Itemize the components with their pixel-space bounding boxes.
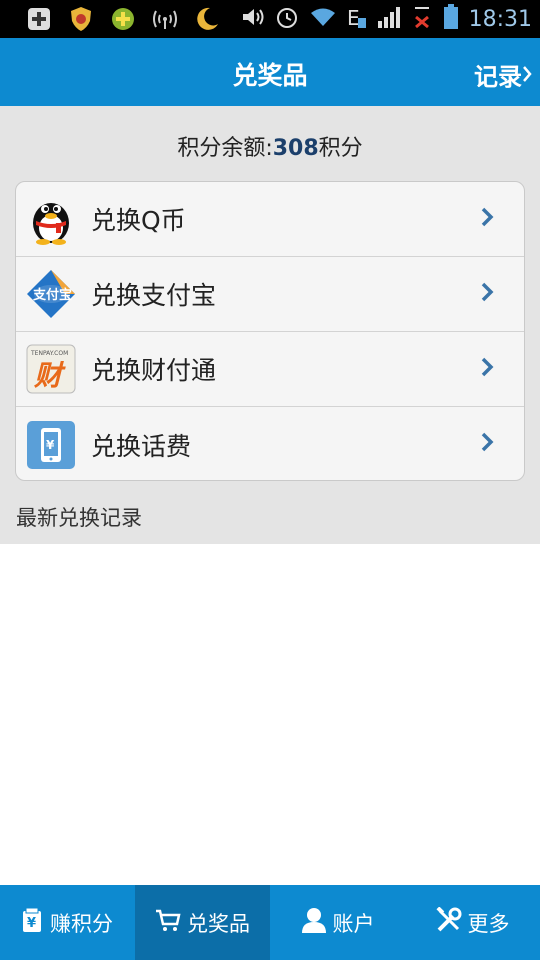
records-button[interactable]: 记录 [474, 57, 532, 92]
signal-broadcast-icon [152, 6, 178, 32]
no-signal-icon [413, 5, 433, 33]
svg-text:¥: ¥ [27, 916, 36, 931]
nav-label: 账户 [332, 911, 375, 936]
tools-icon [435, 906, 462, 938]
main-content: 积分余额:308积分 兑换Q币 支付宝 兑换支付宝 TENPAY.COM 财 兑… [0, 106, 540, 544]
nav-account[interactable]: 账户 [270, 885, 405, 960]
exchange-item-label: 兑换支付宝 [91, 281, 217, 310]
alarm-icon [275, 5, 299, 33]
records-label: 记录 [474, 63, 522, 91]
tenpay-icon: TENPAY.COM 财 [25, 343, 77, 395]
moon-icon [194, 6, 220, 32]
phone-yuan-icon: ¥ [25, 419, 77, 471]
nav-earn-points[interactable]: ¥ 赚积分 [0, 885, 135, 960]
exchange-item-alipay[interactable]: 支付宝 兑换支付宝 [16, 257, 524, 332]
exchange-item-phone-credit[interactable]: ¥ 兑换话费 [16, 407, 524, 480]
status-bar: E 18:31 [0, 0, 540, 38]
system-icons: E 18:31 [241, 4, 532, 34]
svg-text:E: E [347, 6, 360, 29]
chevron-right-icon [480, 356, 494, 382]
nav-label: 兑奖品 [187, 911, 250, 936]
earn-points-icon: ¥ [22, 907, 44, 938]
add-notification-icon [26, 6, 52, 32]
exchange-item-label: 兑换财付通 [91, 356, 217, 385]
svg-text:¥: ¥ [46, 438, 55, 452]
exchange-item-qcoin[interactable]: 兑换Q币 [16, 182, 524, 257]
points-balance: 积分余额:308积分 [0, 130, 540, 162]
qq-penguin-icon [25, 193, 77, 245]
wifi-icon [309, 6, 337, 32]
clock-time: 18:31 [468, 6, 532, 32]
exchange-item-label: 兑换话费 [91, 431, 192, 461]
svg-text:TENPAY.COM: TENPAY.COM [30, 350, 68, 357]
cart-icon [155, 908, 181, 937]
title-bar: 兑奖品 记录 [0, 38, 540, 106]
svg-text:财: 财 [33, 359, 66, 392]
alipay-icon: 支付宝 [25, 268, 77, 320]
chevron-right-icon [522, 61, 532, 89]
bottom-nav: ¥ 赚积分 兑奖品 账户 更多 [0, 885, 540, 960]
page-title: 兑奖品 [232, 61, 308, 90]
nav-more[interactable]: 更多 [405, 885, 540, 960]
user-icon [301, 907, 327, 938]
volume-icon [241, 6, 265, 32]
chevron-right-icon [480, 431, 494, 457]
recent-records-heading: 最新兑换记录 [16, 506, 142, 530]
nav-label: 更多 [467, 911, 510, 936]
balance-suffix: 积分 [318, 136, 363, 161]
svg-text:支付宝: 支付宝 [32, 287, 72, 303]
chevron-right-icon [480, 206, 494, 232]
nav-label: 赚积分 [50, 911, 113, 936]
balance-prefix: 积分余额: [177, 136, 273, 161]
chevron-right-icon [480, 281, 494, 307]
exchange-list: 兑换Q币 支付宝 兑换支付宝 TENPAY.COM 财 兑换财付通 ¥ 兑换话费 [15, 181, 525, 481]
clover-icon [110, 6, 136, 32]
exchange-item-label: 兑换Q币 [91, 206, 186, 235]
notification-icons [26, 6, 220, 32]
balance-value: 308 [272, 136, 319, 161]
nav-redeem-prizes[interactable]: 兑奖品 [135, 885, 270, 960]
network-e-icon: E [347, 5, 367, 33]
shield-icon [68, 6, 94, 32]
exchange-item-tenpay[interactable]: TENPAY.COM 财 兑换财付通 [16, 332, 524, 407]
battery-icon [443, 4, 459, 34]
signal-bars-icon [377, 5, 403, 33]
